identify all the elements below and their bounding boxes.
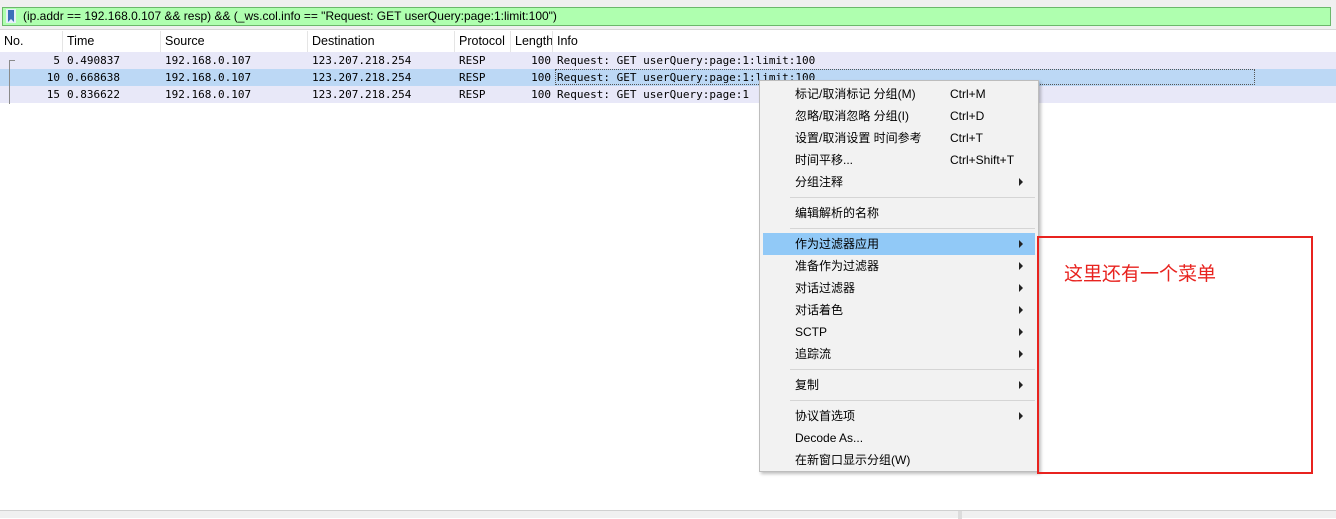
menu-item-label: 对话着色	[795, 303, 844, 317]
related-packets-bracket-tick	[9, 60, 15, 61]
menu-item-label: 编辑解析的名称	[795, 206, 880, 220]
filter-bookmark-icon[interactable]	[6, 9, 16, 23]
menu-item-label: 复制	[795, 378, 820, 392]
menu-separator	[790, 369, 1035, 370]
menu-item-label: Decode As...	[795, 431, 864, 445]
menu-separator	[790, 400, 1035, 401]
submenu-arrow-icon	[1019, 306, 1023, 314]
submenu-arrow-icon	[1019, 262, 1023, 270]
menu-item-conversation-filter[interactable]: 对话过滤器	[763, 277, 1035, 299]
menu-item-label: 在新窗口显示分组(W)	[795, 453, 911, 467]
packet-row[interactable]: 15 0.836622 192.168.0.107 123.207.218.25…	[0, 86, 1336, 103]
column-header-length[interactable]: Length	[511, 31, 553, 52]
submenu-arrow-icon	[1019, 381, 1023, 389]
submenu-arrow-icon	[1019, 178, 1023, 186]
menu-item-shortcut: Ctrl+Shift+T	[950, 153, 1015, 167]
related-packets-bracket	[9, 60, 10, 104]
packet-context-menu: 标记/取消标记 分组(M) Ctrl+M 忽略/取消忽略 分组(I) Ctrl+…	[759, 80, 1039, 472]
cell-time: 0.836622	[67, 88, 120, 101]
display-filter-input[interactable]: (ip.addr == 192.168.0.107 && resp) && (_…	[2, 7, 1331, 26]
display-filter-text: (ip.addr == 192.168.0.107 && resp) && (_…	[23, 9, 557, 23]
cell-length: 100	[531, 71, 551, 84]
menu-separator	[790, 197, 1035, 198]
menu-item-label: 标记/取消标记 分组(M)	[795, 87, 916, 101]
menu-item-show-in-new-window[interactable]: 在新窗口显示分组(W)	[763, 449, 1035, 471]
menu-item-label: 准备作为过滤器	[795, 259, 880, 273]
column-header-time[interactable]: Time	[63, 31, 161, 52]
packet-row[interactable]: 5 0.490837 192.168.0.107 123.207.218.254…	[0, 52, 1336, 69]
column-header-info[interactable]: Info	[553, 31, 1336, 52]
menu-item-copy[interactable]: 复制	[763, 374, 1035, 396]
menu-item-time-reference[interactable]: 设置/取消设置 时间参考 Ctrl+T	[763, 127, 1035, 149]
menu-item-shortcut: Ctrl+M	[950, 87, 986, 101]
submenu-arrow-icon	[1019, 412, 1023, 420]
column-header-source[interactable]: Source	[161, 31, 308, 52]
annotation-text: 这里还有一个菜单	[1064, 263, 1217, 285]
menu-item-packet-comment[interactable]: 分组注释	[763, 171, 1035, 193]
menu-item-label: 分组注释	[795, 175, 844, 189]
menu-item-label: SCTP	[795, 325, 828, 339]
column-header-protocol[interactable]: Protocol	[455, 31, 511, 52]
packet-row-selected[interactable]: 10 0.668638 192.168.0.107 123.207.218.25…	[0, 69, 1336, 86]
menu-item-colorize-conversation[interactable]: 对话着色	[763, 299, 1035, 321]
cell-protocol: RESP	[459, 88, 486, 101]
menu-item-ignore-packet[interactable]: 忽略/取消忽略 分组(I) Ctrl+D	[763, 105, 1035, 127]
column-header-no[interactable]: No.	[0, 31, 63, 52]
submenu-arrow-icon	[1019, 328, 1023, 336]
cell-info: Request: GET userQuery:page:1:limit:100	[557, 54, 816, 67]
cell-source: 192.168.0.107	[165, 71, 252, 84]
cell-destination: 123.207.218.254	[312, 88, 412, 101]
cell-length: 100	[531, 54, 551, 67]
cell-destination: 123.207.218.254	[312, 54, 412, 67]
menu-item-follow-stream[interactable]: 追踪流	[763, 343, 1035, 365]
cell-source: 192.168.0.107	[165, 88, 252, 101]
cell-protocol: RESP	[459, 71, 486, 84]
menu-item-mark-packet[interactable]: 标记/取消标记 分组(M) Ctrl+M	[763, 83, 1035, 105]
pane-splitter[interactable]	[0, 510, 1336, 519]
menu-item-sctp[interactable]: SCTP	[763, 321, 1035, 343]
menu-item-label: 时间平移...	[795, 153, 854, 167]
menu-item-label: 作为过滤器应用	[795, 237, 880, 251]
cell-destination: 123.207.218.254	[312, 71, 412, 84]
cell-source: 192.168.0.107	[165, 54, 252, 67]
menu-item-prepare-as-filter[interactable]: 准备作为过滤器	[763, 255, 1035, 277]
menu-item-time-shift[interactable]: 时间平移... Ctrl+Shift+T	[763, 149, 1035, 171]
menu-item-label: 追踪流	[795, 347, 832, 361]
menu-item-edit-resolved-name[interactable]: 编辑解析的名称	[763, 202, 1035, 224]
menu-item-protocol-preferences[interactable]: 协议首选项	[763, 405, 1035, 427]
menu-item-label: 对话过滤器	[795, 281, 856, 295]
menu-item-label: 忽略/取消忽略 分组(I)	[795, 109, 909, 123]
menu-item-decode-as[interactable]: Decode As...	[763, 427, 1035, 449]
menu-item-label: 协议首选项	[795, 409, 856, 423]
menu-item-label: 设置/取消设置 时间参考	[795, 131, 922, 145]
cell-info: Request: GET userQuery:page:1	[557, 88, 750, 101]
menu-separator	[790, 228, 1035, 229]
submenu-arrow-icon	[1019, 350, 1023, 358]
cell-length: 100	[531, 88, 551, 101]
packet-list-header: No. Time Source Destination Protocol Len…	[0, 31, 1336, 53]
menu-item-shortcut: Ctrl+T	[950, 131, 983, 145]
menu-item-shortcut: Ctrl+D	[950, 109, 985, 123]
column-header-destination[interactable]: Destination	[308, 31, 455, 52]
display-filter-toolbar: (ip.addr == 192.168.0.107 && resp) && (_…	[0, 0, 1336, 30]
submenu-arrow-icon	[1019, 284, 1023, 292]
cell-time: 0.668638	[67, 71, 120, 84]
submenu-arrow-icon	[1019, 240, 1023, 248]
cell-time: 0.490837	[67, 54, 120, 67]
cell-protocol: RESP	[459, 54, 486, 67]
menu-item-apply-as-filter[interactable]: 作为过滤器应用	[763, 233, 1035, 255]
